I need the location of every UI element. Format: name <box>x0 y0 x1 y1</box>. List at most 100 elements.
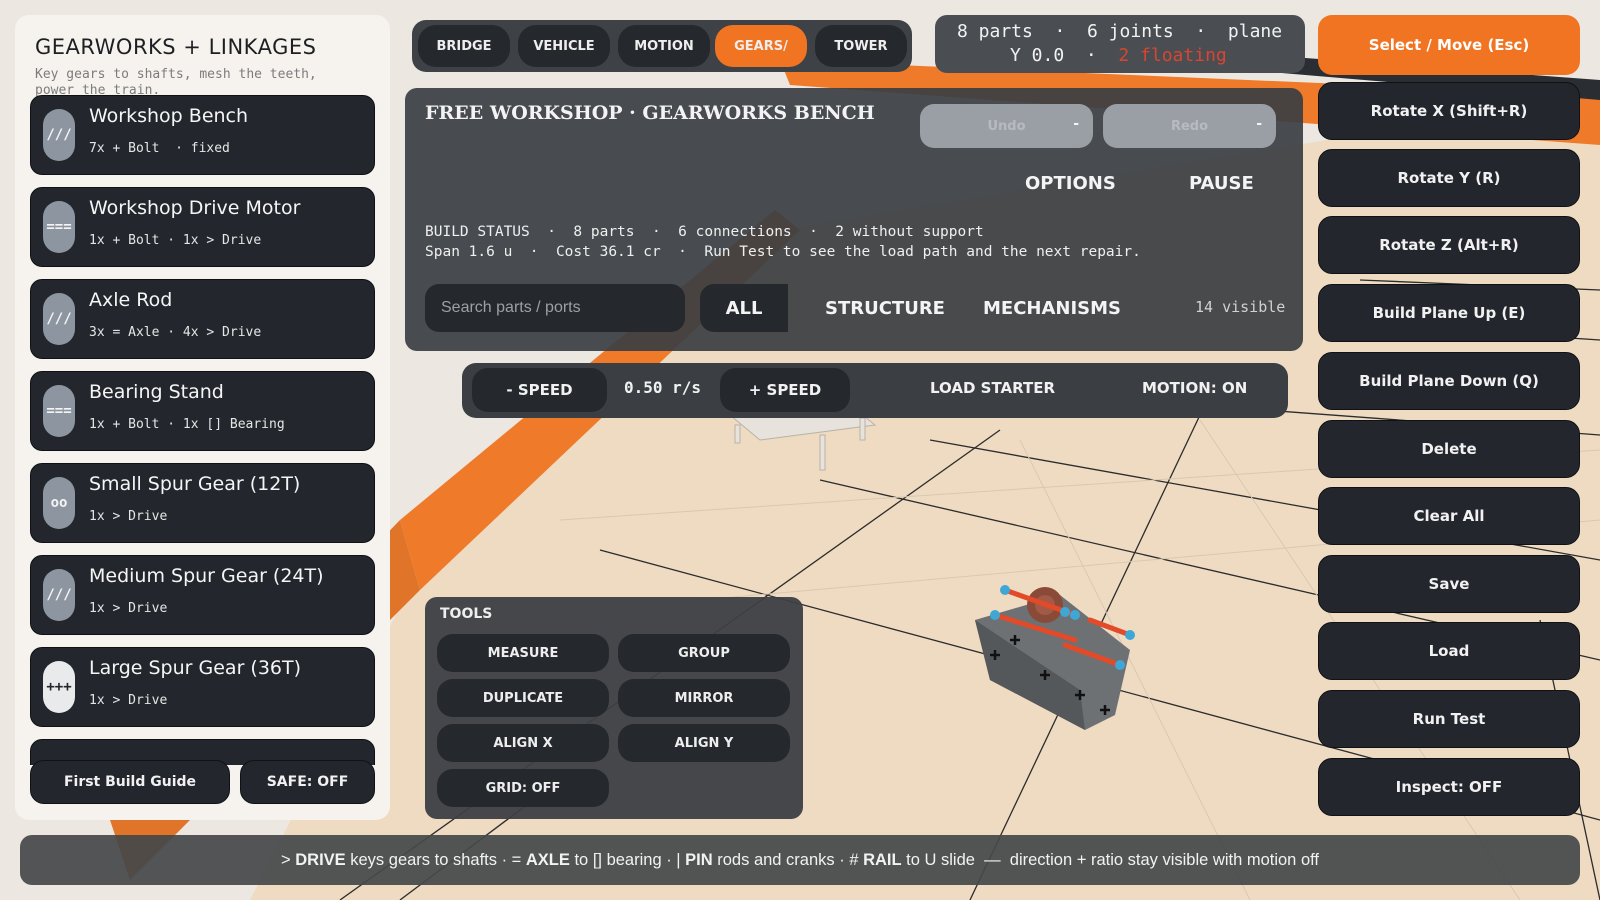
tab-motion[interactable]: MOTION <box>618 25 710 67</box>
part-name: Workshop Bench <box>89 105 249 127</box>
part-card-medium-spur-gear[interactable]: /// Medium Spur Gear (24T) 1x > Drive <box>30 555 375 635</box>
part-meta: 1x > Drive <box>89 601 168 616</box>
tab-vehicle[interactable]: VEHICLE <box>518 25 610 67</box>
mode-tabs: BRIDGE VEHICLE MOTION GEARS/ TOWER <box>412 20 912 72</box>
safe-toggle-button[interactable]: SAFE: OFF <box>240 760 375 804</box>
part-card-workshop-bench[interactable]: /// Workshop Bench 7x + Bolt · fixed <box>30 95 375 175</box>
build-status: BUILD STATUS · 8 parts · 6 connections ·… <box>425 222 1141 262</box>
redo-label: Redo <box>1170 118 1209 134</box>
load-starter-button[interactable]: LOAD STARTER <box>930 379 1055 397</box>
sidebar-title: GEARWORKS + LINKAGES <box>35 35 317 59</box>
tab-gears[interactable]: GEARS/ <box>715 25 807 67</box>
part-name: Small Spur Gear (12T) <box>89 473 301 495</box>
motion-toggle-button[interactable]: MOTION: ON <box>1142 379 1247 397</box>
align-x-button[interactable]: ALIGN X <box>437 724 609 762</box>
part-name: Workshop Drive Motor <box>89 197 301 219</box>
tools-title: TOOLS <box>440 606 493 622</box>
gear-icon: +++ <box>43 661 75 713</box>
part-meta: 1x + Bolt · 1x > Drive <box>89 233 262 248</box>
gear-icon: /// <box>43 569 75 621</box>
tab-tower[interactable]: TOWER <box>815 25 907 67</box>
part-meta: 1x > Drive <box>89 509 168 524</box>
speed-value: 0.50 r/s <box>624 378 702 397</box>
plane-y-readout: Y 0.0 · <box>1010 45 1119 66</box>
part-name: Medium Spur Gear (24T) <box>89 565 324 587</box>
filter-mechanisms[interactable]: MECHANISMS <box>983 298 1121 319</box>
hint-keyword: DRIVE <box>295 850 346 869</box>
speed-bar: - SPEED 0.50 r/s + SPEED LOAD STARTER MO… <box>462 363 1288 418</box>
part-name: Large Spur Gear (36T) <box>89 657 302 679</box>
duplicate-button[interactable]: DUPLICATE <box>437 679 609 717</box>
load-button[interactable]: Load <box>1318 622 1580 680</box>
hint-text: rods and cranks · # <box>712 850 864 869</box>
hint-text: to [] bearing · | <box>569 850 686 869</box>
build-plane-down-button[interactable]: Build Plane Down (Q) <box>1318 352 1580 410</box>
part-card-axle-rod[interactable]: /// Axle Rod 3x = Axle · 4x > Drive <box>30 279 375 359</box>
part-card-small-spur-gear[interactable]: oo Small Spur Gear (12T) 1x > Drive <box>30 463 375 543</box>
filter-all[interactable]: ALL <box>700 284 788 332</box>
workshop-info-panel: FREE WORKSHOP · GEARWORKS BENCH Undo - R… <box>405 88 1303 351</box>
save-button[interactable]: Save <box>1318 555 1580 613</box>
clear-all-button[interactable]: Clear All <box>1318 487 1580 545</box>
rotate-y-button[interactable]: Rotate Y (R) <box>1318 149 1580 207</box>
run-test-button[interactable]: Run Test <box>1318 690 1580 748</box>
part-name: Axle Rod <box>89 289 173 311</box>
inspect-toggle-button[interactable]: Inspect: OFF <box>1318 758 1580 816</box>
floating-warning: 2 floating <box>1118 45 1227 66</box>
delete-button[interactable]: Delete <box>1318 420 1580 478</box>
part-card-bearing-stand[interactable]: === Bearing Stand 1x + Bolt · 1x [] Bear… <box>30 371 375 451</box>
part-meta: 3x = Axle · 4x > Drive <box>89 325 262 340</box>
group-button[interactable]: GROUP <box>618 634 790 672</box>
select-move-button[interactable]: Select / Move (Esc) <box>1318 15 1580 75</box>
part-list[interactable]: /// Workshop Bench 7x + Bolt · fixed ===… <box>30 95 375 765</box>
part-name: Bearing Stand <box>89 381 224 403</box>
hint-keyword: AXLE <box>525 850 570 869</box>
grid-toggle-button[interactable]: GRID: OFF <box>437 769 609 807</box>
mirror-button[interactable]: MIRROR <box>618 679 790 717</box>
axle-icon: /// <box>43 293 75 345</box>
part-meta: 1x + Bolt · 1x [] Bearing <box>89 417 285 432</box>
speed-up-button[interactable]: + SPEED <box>720 368 850 412</box>
tools-panel: TOOLS MEASURE GROUP DUPLICATE MIRROR ALI… <box>425 597 803 819</box>
build-plane-up-button[interactable]: Build Plane Up (E) <box>1318 284 1580 342</box>
bolt-icon: /// <box>43 109 75 161</box>
part-card-drive-motor[interactable]: === Workshop Drive Motor 1x + Bolt · 1x … <box>30 187 375 267</box>
redo-dash: - <box>1256 116 1262 132</box>
undo-dash: - <box>1073 116 1079 132</box>
undo-label: Undo <box>987 118 1026 134</box>
speed-down-button[interactable]: - SPEED <box>472 368 607 412</box>
align-y-button[interactable]: ALIGN Y <box>618 724 790 762</box>
part-meta: 1x > Drive <box>89 693 168 708</box>
hint-text: to U slide — direction + ratio stay visi… <box>901 850 1319 869</box>
part-card-large-spur-gear[interactable]: +++ Large Spur Gear (36T) 1x > Drive <box>30 647 375 727</box>
filter-structure[interactable]: STRUCTURE <box>825 298 945 319</box>
tab-bridge[interactable]: BRIDGE <box>418 25 510 67</box>
visible-count: 14 visible <box>1195 298 1286 316</box>
hint-text: > <box>281 850 296 869</box>
pause-button[interactable]: PAUSE <box>1189 173 1254 194</box>
build-status-line-1: BUILD STATUS · 8 parts · 6 connections ·… <box>425 224 984 240</box>
hint-keyword: RAIL <box>863 850 902 869</box>
stats-line-2: Y 0.0 · 2 floating <box>1010 45 1227 66</box>
rotate-z-button[interactable]: Rotate Z (Alt+R) <box>1318 216 1580 274</box>
workshop-title: FREE WORKSHOP · GEARWORKS BENCH <box>425 102 875 124</box>
build-status-line-2: Span 1.6 u · Cost 36.1 cr · Run Test to … <box>425 244 1141 260</box>
hint-bar: > DRIVE keys gears to shafts · = AXLE to… <box>20 835 1580 885</box>
stats-line-1: 8 parts · 6 joints · plane <box>957 21 1283 42</box>
gear-icon: oo <box>43 477 75 529</box>
hint-keyword: PIN <box>685 850 713 869</box>
sidebar-subtitle: Key gears to shafts, mesh the teeth, pow… <box>35 67 317 97</box>
motor-icon: === <box>43 201 75 253</box>
hint-text: keys gears to shafts · = <box>345 850 526 869</box>
undo-button[interactable]: Undo - <box>920 104 1093 148</box>
rotate-x-button[interactable]: Rotate X (Shift+R) <box>1318 82 1580 140</box>
search-input[interactable]: Search parts / ports <box>425 284 685 332</box>
first-build-guide-button[interactable]: First Build Guide <box>30 760 230 804</box>
redo-button[interactable]: Redo - <box>1103 104 1276 148</box>
parts-sidebar: GEARWORKS + LINKAGES Key gears to shafts… <box>15 15 390 820</box>
measure-button[interactable]: MEASURE <box>437 634 609 672</box>
build-stats: 8 parts · 6 joints · plane Y 0.0 · 2 flo… <box>935 15 1305 73</box>
part-meta: 7x + Bolt · fixed <box>89 141 230 156</box>
options-button[interactable]: OPTIONS <box>1025 173 1116 194</box>
search-placeholder: Search parts / ports <box>441 299 581 316</box>
